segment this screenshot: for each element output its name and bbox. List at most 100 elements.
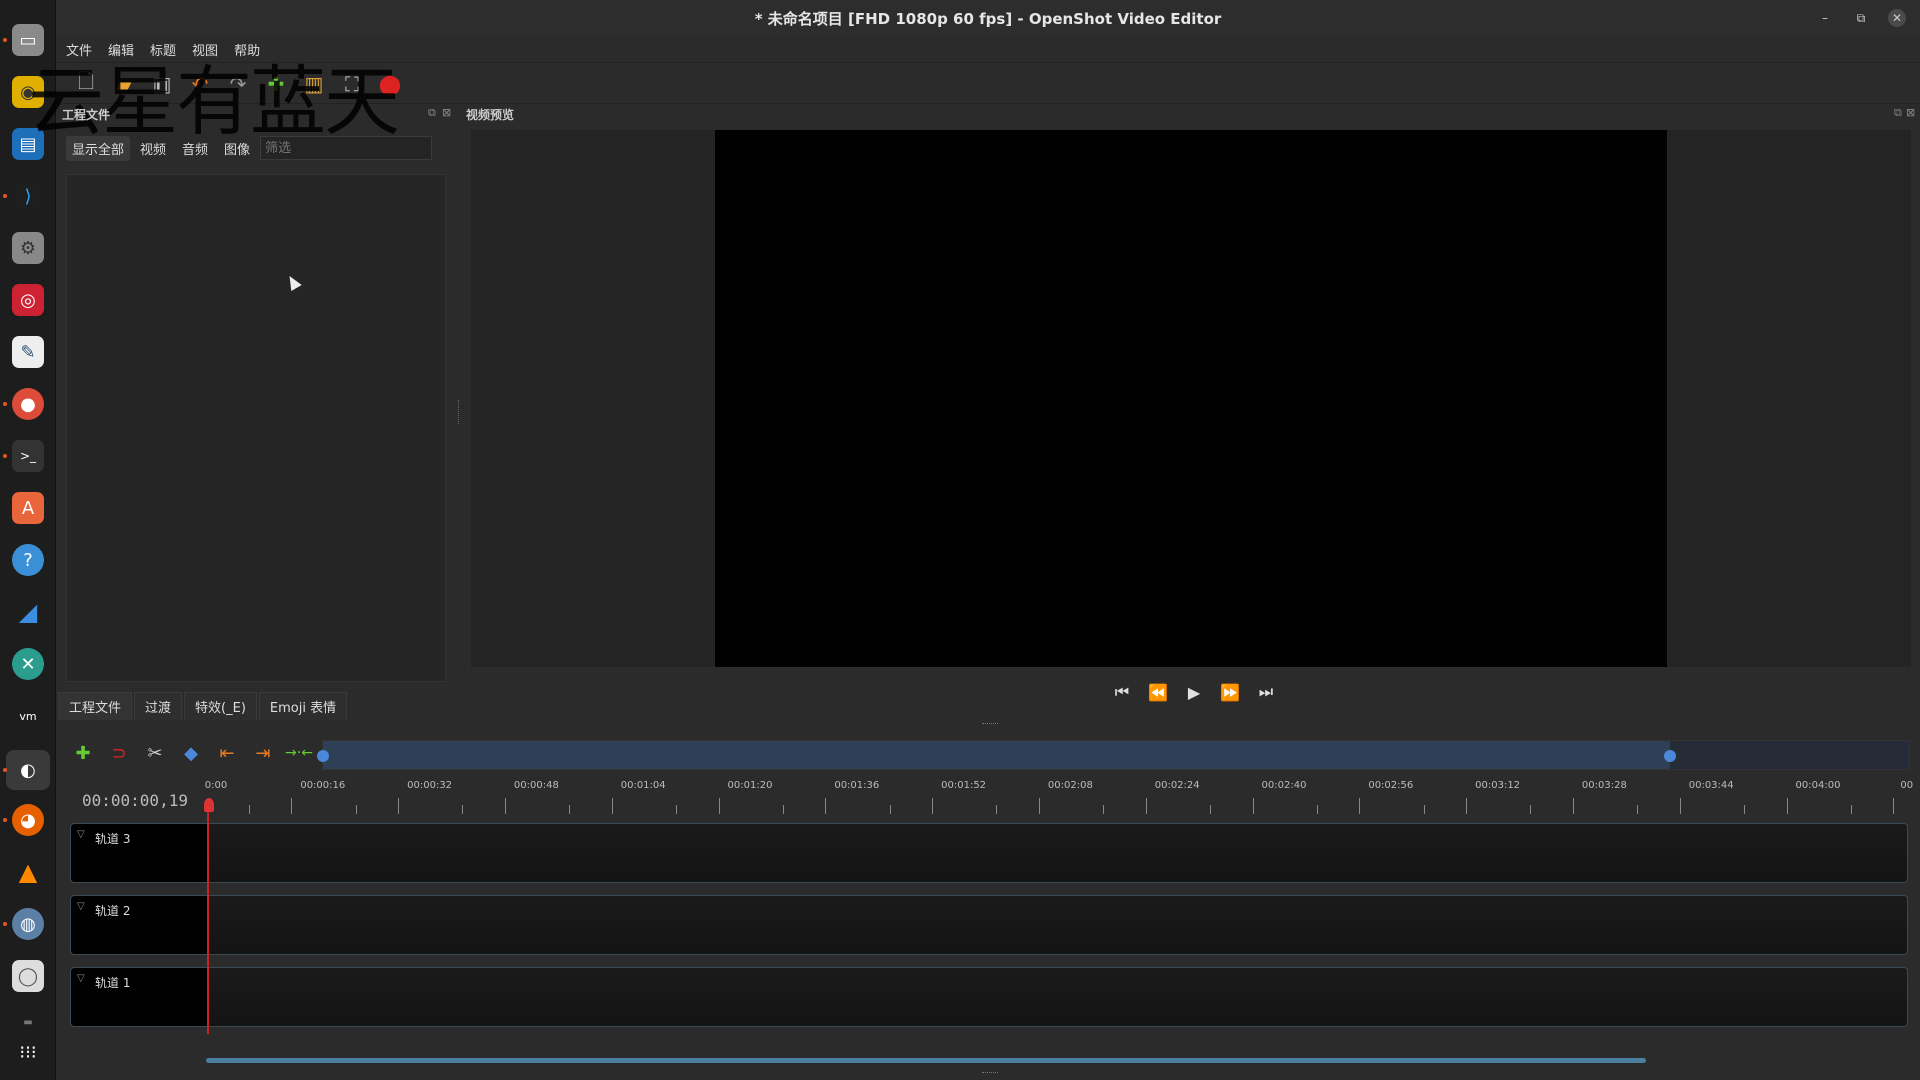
maximize-icon[interactable]: ⧉ [1852,9,1870,27]
writer-icon[interactable]: ▤ [12,128,44,160]
collapse-caret-icon[interactable]: ▽ [77,973,85,984]
ruler-tick [1145,798,1147,814]
menu-help[interactable]: 帮助 [234,40,260,59]
project-files-list[interactable] [66,174,446,682]
filter-video[interactable]: 视频 [134,136,172,161]
open-project-icon[interactable]: ▰ [110,70,138,98]
openshot-icon[interactable]: ◐ [6,750,50,790]
save-project-icon[interactable]: ▣ [148,70,176,98]
export-video-icon[interactable]: ⬤ [376,70,404,98]
previous-marker-icon[interactable]: ⇤ [214,740,240,766]
track-row[interactable]: ▽ 轨道 2 [70,895,1908,955]
track-header[interactable]: ▽ 轨道 1 [71,968,207,1026]
profile-icon[interactable]: ▥ [300,70,328,98]
minimize-icon[interactable]: – [1816,9,1834,27]
razor-icon[interactable]: ✂ [142,740,168,766]
zoom-range[interactable] [323,741,1670,769]
import-files-icon[interactable]: ✚ [262,70,290,98]
zoom-handle-left[interactable] [317,750,329,762]
vlc-icon[interactable]: ▲ [12,856,44,888]
ruler-tick-label: 00:03:28 [1581,780,1627,791]
collapse-caret-icon[interactable]: ▽ [77,901,85,912]
chrome-icon[interactable]: ● [12,388,44,420]
text-editor-icon[interactable]: ✎ [12,336,44,368]
tab-emojis[interactable]: Emoji 表情 [258,692,348,720]
ruler-tick [1893,798,1895,814]
xmind-icon[interactable]: ✕ [12,648,44,680]
storage-icon[interactable]: ▬ [12,1006,44,1038]
fast-forward-icon[interactable]: ⏩ [1218,680,1242,704]
collapse-caret-icon[interactable]: ▽ [77,829,85,840]
track-row[interactable]: ▽ 轨道 3 [70,823,1908,883]
menu-edit[interactable]: 编辑 [108,40,134,59]
ruler-tick [1466,798,1468,814]
timeline-ruler[interactable]: 0:00 00:00:16 00:00:32 00:00:48 00:01:04 00:0… [205,778,1913,818]
software-center-icon[interactable]: A [12,492,44,524]
bottom-grip[interactable] [982,1072,998,1073]
menu-file[interactable]: 文件 [66,40,92,59]
fullscreen-icon[interactable]: ⛶ [338,70,366,98]
files-icon[interactable]: ▭ [12,24,44,56]
timeline-horizontal-scrollbar[interactable] [206,1058,1646,1063]
close-icon[interactable]: ✕ [1888,9,1906,27]
tab-effects[interactable]: 特效(_E) [184,692,257,720]
timeline-zoom-bar[interactable] [317,740,1910,770]
jump-start-icon[interactable]: ⏮ [1110,680,1134,704]
filter-input[interactable] [260,136,433,160]
snapping-icon[interactable]: ⊃ [106,740,132,766]
track-row[interactable]: ▽ 轨道 1 [70,967,1908,1027]
center-playhead-icon[interactable]: →·← [285,740,313,766]
help-icon[interactable]: ? [12,544,44,576]
zoom-handle-right[interactable] [1664,750,1676,762]
rewind-icon[interactable]: ⏪ [1146,680,1170,704]
app-grid-icon[interactable]: ⁝⁝⁝ [12,1036,44,1068]
panel-close-icon[interactable]: ⊠ [442,106,451,119]
ruler-tick [1637,805,1639,814]
disc-burner-icon[interactable]: ◎ [12,284,44,316]
panel-splitter[interactable] [458,400,462,424]
undo-icon[interactable]: ↶ [186,70,214,98]
transport-controls: ⏮ ⏪ ▶ ⏩ ⏭ [1110,680,1278,704]
next-marker-icon[interactable]: ⇥ [250,740,276,766]
browser-icon[interactable]: ◍ [12,908,44,940]
splitter-grip[interactable] [982,723,998,724]
menu-bar: 文件 编辑 标题 视图 帮助 [56,37,1920,63]
settings-icon[interactable]: ⚙ [12,232,44,264]
wireshark-icon[interactable]: ◢ [12,596,44,628]
timecode-display: 00:00:00,19 [82,791,188,810]
play-icon[interactable]: ▶ [1182,680,1206,704]
window-title: * 未命名项目 [FHD 1080p 60 fps] - OpenShot Vi… [754,10,1222,28]
filter-image[interactable]: 图像 [218,136,256,161]
tab-project-files[interactable]: 工程文件 [58,692,133,720]
terminal-icon[interactable]: >_ [12,440,44,472]
preview-close-icon[interactable]: ⊠ [1906,106,1915,119]
ruler-tick [1786,798,1788,814]
jump-end-icon[interactable]: ⏭ [1254,680,1278,704]
track-header[interactable]: ▽ 轨道 3 [71,824,207,882]
rhythmbox-icon[interactable]: ◉ [12,76,44,108]
filter-audio[interactable]: 音频 [176,136,214,161]
panel-float-icon[interactable]: ⧉ [428,106,436,120]
ruler-tick [355,805,357,814]
vscode-icon[interactable]: ⟩ [12,180,44,212]
menu-title[interactable]: 标题 [150,40,176,59]
video-canvas[interactable] [715,130,1667,667]
ruler-tick [1209,805,1211,814]
ruler-tick-label: 00:01:04 [620,780,666,791]
preview-float-icon[interactable]: ⧉ [1894,106,1902,120]
vmware-icon[interactable]: vm [12,700,44,732]
redo-icon[interactable]: ↷ [224,70,252,98]
playhead-handle[interactable] [204,798,214,812]
main-toolbar: 🗋 ▰ ▣ ↶ ↷ ✚ ▥ ⛶ ⬤ [56,64,1920,104]
track-header[interactable]: ▽ 轨道 2 [71,896,207,954]
add-marker-icon[interactable]: ◆ [178,740,204,766]
disk-icon[interactable]: ◯ [12,960,44,992]
ruler-tick-label: 00:02:40 [1261,780,1307,791]
add-track-icon[interactable]: ✚ [70,740,96,766]
filter-show-all[interactable]: 显示全部 [66,135,131,161]
ruler-tick-label: 00 [1900,780,1914,791]
menu-view[interactable]: 视图 [192,40,218,59]
tab-transitions[interactable]: 过渡 [134,692,183,720]
firefox-icon[interactable]: ◕ [12,804,44,836]
new-project-icon[interactable]: 🗋 [72,69,100,98]
